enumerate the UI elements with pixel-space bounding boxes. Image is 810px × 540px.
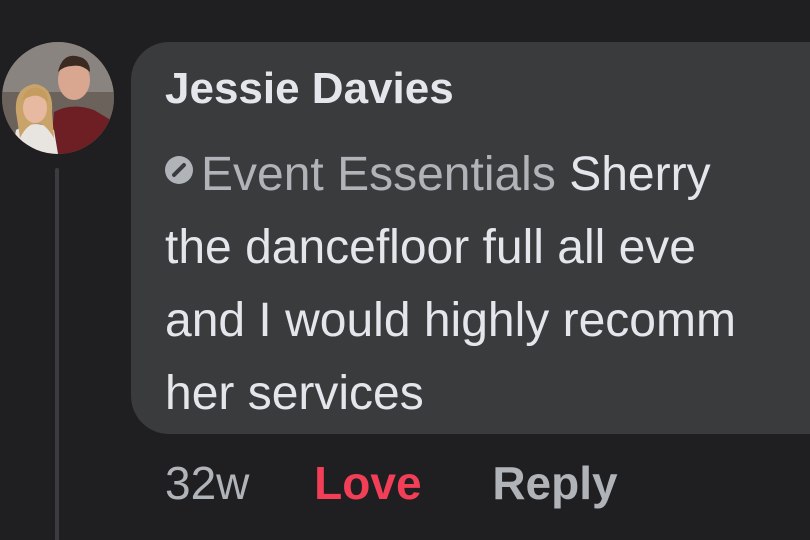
comment-actions: 32w Love Reply: [165, 456, 618, 516]
comment-line-4: her services: [165, 367, 424, 420]
thread-connector-line: [55, 168, 59, 540]
comment-thread: · · · · · Jessie Davies Event Essentials…: [0, 0, 810, 540]
comment-timestamp[interactable]: 32w: [165, 456, 249, 510]
slash-circle-icon: [165, 156, 193, 184]
comment-line-2: the dancefloor full all eve: [165, 221, 696, 274]
previous-content-fragment: · · · · ·: [470, 0, 610, 12]
comment-author-name[interactable]: Jessie Davies: [165, 64, 454, 114]
tagged-page-link[interactable]: Event Essentials: [165, 148, 556, 201]
avatar[interactable]: [2, 42, 114, 154]
love-reaction-button[interactable]: Love: [314, 456, 421, 510]
comment-text-segment: Sherry: [569, 148, 711, 201]
tagged-page-label: Event Essentials: [201, 148, 556, 201]
comment-line-3: and I would highly recomm: [165, 294, 736, 347]
comment-body: Event Essentials Sherry the dancefloor f…: [165, 138, 810, 430]
comment-line-1: Event Essentials Sherry: [165, 138, 810, 211]
reply-button[interactable]: Reply: [492, 456, 617, 510]
avatar-photo-icon: [2, 42, 114, 154]
